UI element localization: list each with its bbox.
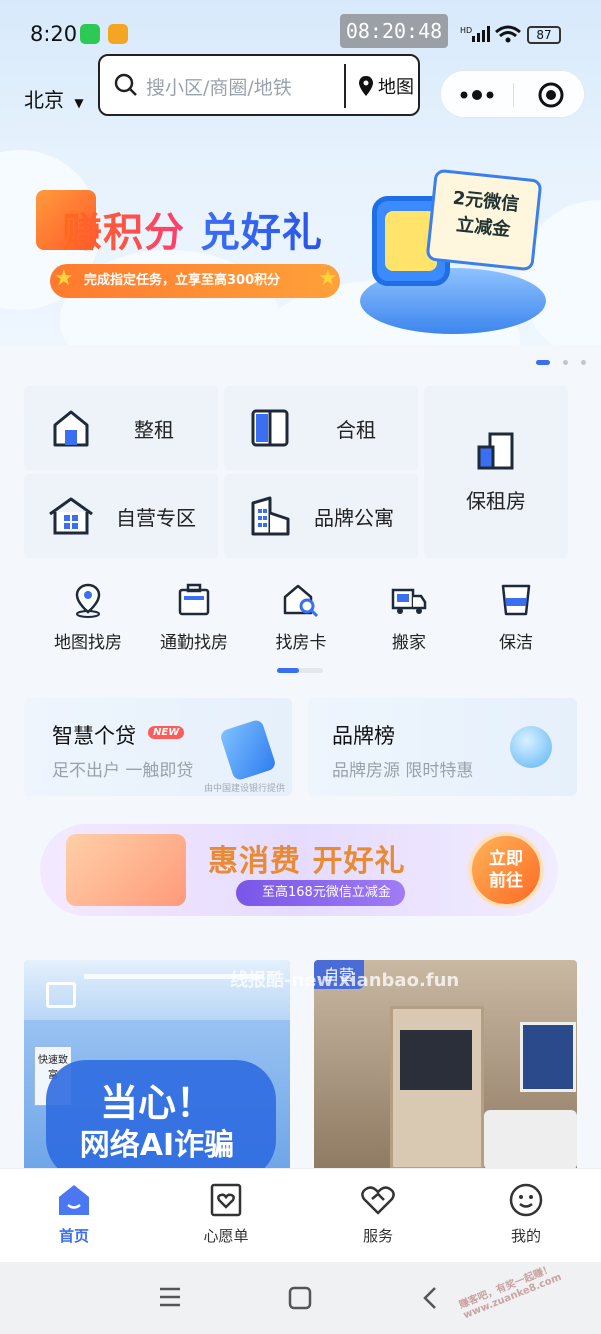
fraud-warning-subtitle: 网络AI诈骗 [79, 1128, 235, 1163]
apartment-icon [251, 496, 290, 536]
house-search-icon [283, 584, 319, 618]
building-icon [477, 432, 514, 469]
tab-home[interactable]: 首页 [24, 1183, 124, 1246]
brand-subtitle: 品牌房源 限时特惠 [332, 761, 474, 781]
wifi-icon [495, 25, 521, 43]
smile-icon [509, 1183, 543, 1217]
quick-map-search[interactable]: 地图找房 [43, 582, 133, 653]
gift-pile-icon [66, 834, 186, 906]
back-icon[interactable] [420, 1286, 440, 1310]
map-pin-icon [359, 76, 373, 96]
bottom-tab-bar: 首页 心愿单 服务 我的 [0, 1168, 601, 1262]
home-square-icon[interactable] [288, 1286, 312, 1310]
banner-subtitle: 完成指定任务，立享至高300积分 [50, 264, 340, 298]
category-grid: 整租 合租 保租房 自营专区 品牌公寓 [24, 386, 568, 558]
home-grid-icon [49, 497, 93, 535]
heart-card-icon [210, 1183, 242, 1217]
handshake-icon [361, 1186, 395, 1215]
menu-icon[interactable] [158, 1286, 182, 1308]
loan-title: 智慧个贷 [52, 724, 136, 748]
star-icon: ★ [54, 266, 74, 291]
new-badge: NEW [148, 726, 185, 739]
brand-title: 品牌榜 [332, 724, 395, 748]
phone-coins-icon [219, 718, 277, 782]
more-icon[interactable] [459, 85, 495, 105]
carousel-indicator [536, 350, 587, 369]
clock-overlay: 08:20:48 [340, 14, 448, 48]
notes-icon [108, 24, 128, 44]
consumption-title: 惠消费 开好礼 [208, 844, 406, 879]
signal-icon: HD [460, 26, 490, 42]
loan-provider-note: 由中国建设银行提供 [204, 784, 286, 794]
city-label: 北京 [24, 88, 64, 112]
coupon-card: 2元微信 立减金 [425, 168, 543, 272]
logo-icon [46, 982, 76, 1008]
status-time: 8:20 [30, 22, 78, 46]
briefcase-icon [178, 583, 210, 616]
category-whole-rent[interactable]: 整租 [24, 386, 218, 470]
caret-down-icon: ▼ [74, 96, 84, 110]
quick-cleaning[interactable]: 保洁 [471, 582, 561, 653]
quick-commute-search[interactable]: 通勤找房 [149, 582, 239, 653]
bucket-icon [501, 584, 531, 616]
close-miniprogram-icon[interactable] [537, 81, 565, 109]
city-selector[interactable]: 北京 ▼ [24, 84, 84, 113]
search-input[interactable]: 搜小区/商圈/地铁 [146, 73, 292, 100]
watermark-text: 线报酷-new.xianbao.fun [230, 970, 460, 991]
tab-service[interactable]: 服务 [328, 1183, 428, 1246]
tab-mine[interactable]: 我的 [476, 1183, 576, 1246]
consumption-banner[interactable]: 惠消费 开好礼 至高168元微信立减金 立即 前往 [40, 824, 558, 916]
search-icon [114, 73, 137, 96]
wechat-icon [80, 24, 100, 44]
banner-title[interactable]: 赚积分 兑好礼 [62, 200, 323, 258]
tab-wishlist[interactable]: 心愿单 [176, 1183, 276, 1246]
fraud-warning-title: 当心！ [99, 1081, 214, 1125]
consumption-subtitle: 至高168元微信立减金 [236, 880, 405, 906]
search-box[interactable]: 搜小区/商圈/地铁 地图 [98, 54, 420, 116]
map-pin-icon [75, 583, 101, 618]
crystal-icon [510, 726, 552, 768]
go-now-button[interactable]: 立即 前往 [468, 832, 544, 908]
map-button[interactable]: 地图 [344, 64, 414, 108]
category-shared-rent[interactable]: 合租 [224, 386, 418, 470]
category-self-operated[interactable]: 自营专区 [24, 474, 218, 558]
brand-ranking-card[interactable]: 品牌榜 品牌房源 限时特惠 [308, 698, 577, 796]
system-nav-bar: 赚客吧，有奖一起赚！ www.zuanke8.com [0, 1262, 601, 1334]
category-brand-apartment[interactable]: 品牌公寓 [224, 474, 418, 558]
loan-subtitle: 足不出户 一触即贷 [52, 761, 194, 781]
quick-links-scroll-indicator [277, 668, 323, 673]
loan-promo-card[interactable]: 智慧个贷 NEW 足不出户 一触即贷 由中国建设银行提供 [24, 698, 292, 796]
star-icon: ★ [318, 266, 338, 291]
battery-indicator: 87 [527, 26, 561, 44]
quick-house-card[interactable]: 找房卡 [256, 582, 346, 653]
house-icon [53, 410, 89, 447]
home-icon [59, 1185, 89, 1215]
map-label: 地图 [378, 77, 414, 98]
door-icon [251, 409, 289, 447]
category-subsidized-rent[interactable]: 保租房 [424, 386, 568, 558]
miniprogram-capsule [440, 70, 585, 118]
quick-moving[interactable]: 搬家 [364, 582, 454, 653]
truck-icon [391, 588, 427, 614]
svg-text:HD: HD [460, 26, 472, 35]
